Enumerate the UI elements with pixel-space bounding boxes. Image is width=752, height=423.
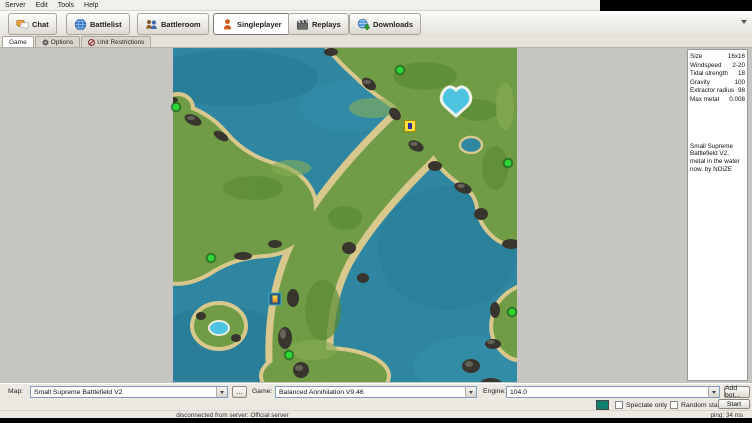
subtab-unit-restrictions[interactable]: Unit Restrictions <box>81 36 151 47</box>
commander-marker[interactable] <box>269 292 282 305</box>
add-bot-button[interactable]: Add bot... <box>724 386 750 398</box>
game-select[interactable]: Balanced Annihilation V9.46 <box>275 386 477 398</box>
menu-edit[interactable]: Edit <box>36 2 48 9</box>
chat-icon <box>16 18 29 31</box>
setup-bar: Map: Small Supreme Battlefield V2 ... Ga… <box>0 383 752 400</box>
map-browse-button[interactable]: ... <box>232 386 247 398</box>
info-label: Gravity <box>690 79 710 86</box>
info-value: 98 <box>738 87 745 94</box>
info-label: Size <box>690 53 702 60</box>
subtab-game[interactable]: Game <box>2 36 34 47</box>
tab-label: Battleroom <box>161 20 201 29</box>
info-row: Size 16x16 <box>690 53 745 60</box>
tab-battlelist[interactable]: Battlelist <box>66 13 130 35</box>
tab-label: Chat <box>32 20 49 29</box>
tab-label: Singleplayer <box>237 20 282 29</box>
singleplayer-subtab-bar: Game Options Unit Restrictions <box>0 37 752 48</box>
engine-label: Engine: <box>483 388 506 395</box>
info-label: Windspeed <box>690 62 722 69</box>
info-label: Max metal <box>690 96 719 103</box>
tab-label: Replays <box>312 20 341 29</box>
options-bar: Spectate only Random start positions Sta… <box>0 399 752 410</box>
info-label: Extractor radius <box>690 87 734 94</box>
subtab-label: Unit Restrictions <box>97 39 144 46</box>
info-row: Gravity 100 <box>690 79 745 86</box>
map-description: Small Supreme Battlefield V2, metal in t… <box>690 143 745 174</box>
map-image <box>173 48 517 382</box>
info-value: 0.008 <box>729 96 745 103</box>
toolbar-overflow-icon[interactable] <box>741 20 747 24</box>
info-row: Windspeed 2-20 <box>690 62 745 69</box>
map-label: Map: <box>8 388 23 395</box>
chevron-down-icon[interactable] <box>708 387 719 397</box>
start-point[interactable] <box>171 102 180 111</box>
menu-bar: Server Edit Tools Help <box>0 0 600 11</box>
engine-select[interactable]: 104.0 <box>506 386 720 398</box>
map-preview[interactable] <box>173 48 517 382</box>
restriction-icon <box>88 39 95 46</box>
info-row: Extractor radius 98 <box>690 87 745 94</box>
start-button[interactable]: Start <box>718 399 750 409</box>
tab-replays[interactable]: Replays <box>288 13 349 35</box>
info-row: Tidal strength 18 <box>690 70 745 77</box>
downloads-icon <box>357 18 370 31</box>
map-info-panel: Size 16x16 Windspeed 2-20 Tidal strength 18… <box>687 49 748 381</box>
info-label: Tidal strength <box>690 70 728 77</box>
info-row: Max metal 0.008 <box>690 96 745 103</box>
singleplayer-icon <box>221 18 234 31</box>
chevron-down-icon[interactable] <box>465 387 476 397</box>
battleroom-icon <box>145 18 158 31</box>
tab-label: Battlelist <box>90 20 122 29</box>
spectate-only-checkbox[interactable] <box>615 401 623 409</box>
info-value: 100 <box>734 79 745 86</box>
singleplayer-panel: Size 16x16 Windspeed 2-20 Tidal strength 18… <box>0 48 752 383</box>
chevron-down-icon[interactable] <box>216 387 227 397</box>
tab-battleroom[interactable]: Battleroom <box>137 13 209 35</box>
subtab-label: Options <box>51 39 73 46</box>
start-point[interactable] <box>396 65 405 74</box>
info-value: 18 <box>738 70 745 77</box>
game-label: Game: <box>252 388 272 395</box>
random-start-checkbox[interactable] <box>670 401 678 409</box>
game-select-value: Balanced Annihilation V9.46 <box>276 389 465 396</box>
start-point[interactable] <box>206 253 215 262</box>
map-select-value: Small Supreme Battlefield V2 <box>31 389 216 396</box>
flag-marker[interactable] <box>404 120 416 132</box>
start-point[interactable] <box>507 307 516 316</box>
spectate-only-label: Spectate only <box>626 402 667 409</box>
tab-singleplayer[interactable]: Singleplayer <box>213 13 290 35</box>
main-tab-bar: Chat Battlelist Battleroom Singleplayer … <box>0 11 752 38</box>
info-value: 2-20 <box>732 62 745 69</box>
tab-chat[interactable]: Chat <box>8 13 57 35</box>
menu-server[interactable]: Server <box>5 2 26 9</box>
lobby-window: Server Edit Tools Help Chat Battlelist B… <box>0 0 752 423</box>
gear-icon <box>42 39 49 46</box>
engine-select-value: 104.0 <box>507 389 708 396</box>
screen-edge <box>0 418 752 423</box>
info-value: 16x16 <box>728 53 745 60</box>
map-select[interactable]: Small Supreme Battlefield V2 <box>30 386 228 398</box>
replays-icon <box>296 18 309 31</box>
start-point[interactable] <box>284 351 293 360</box>
menu-help[interactable]: Help <box>84 2 98 9</box>
subtab-label: Game <box>9 39 27 46</box>
team-color-swatch[interactable] <box>596 400 609 410</box>
start-point[interactable] <box>504 159 513 168</box>
tab-label: Downloads <box>373 20 413 29</box>
globe-icon <box>74 18 87 31</box>
menu-tools[interactable]: Tools <box>58 2 74 9</box>
tab-downloads[interactable]: Downloads <box>349 13 421 35</box>
subtab-options[interactable]: Options <box>35 36 80 47</box>
